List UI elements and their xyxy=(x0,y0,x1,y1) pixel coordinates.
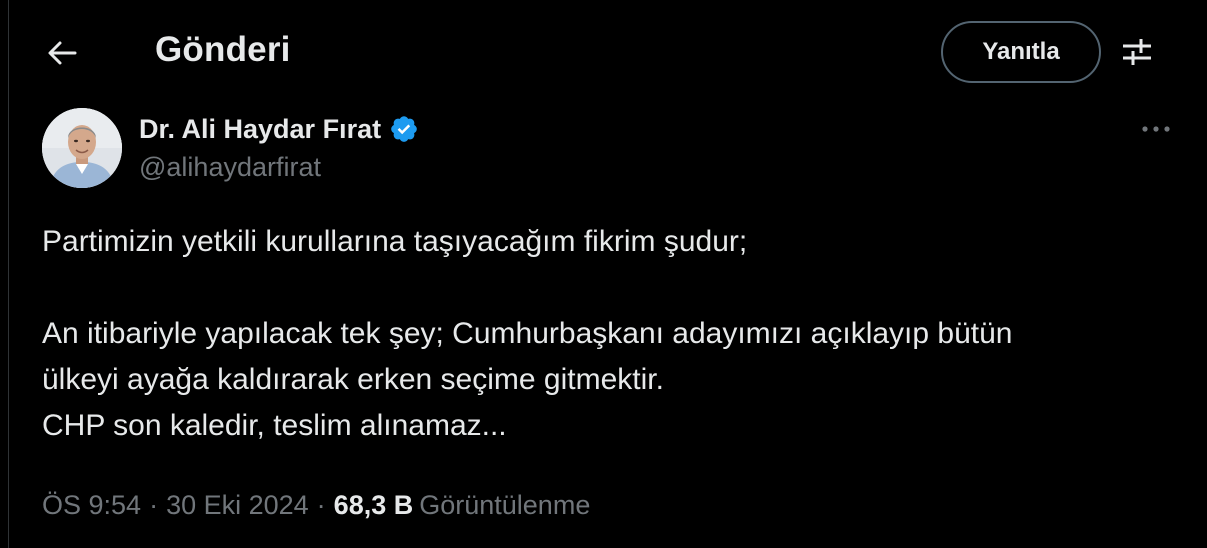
avatar[interactable] xyxy=(42,108,122,188)
author-handle[interactable]: @alihaydarfirat xyxy=(139,152,321,183)
verified-badge-icon[interactable] xyxy=(389,114,419,144)
arrow-left-icon xyxy=(48,41,77,65)
meta-separator: · xyxy=(149,490,159,520)
back-button[interactable] xyxy=(37,28,87,78)
tweet-line: An itibariyle yapılacak tek şey; Cumhurb… xyxy=(42,317,1013,350)
reply-button[interactable]: Yanıtla xyxy=(941,21,1101,83)
views-count[interactable]: 68,3 B xyxy=(334,490,414,521)
author-name-row: Dr. Ali Haydar Fırat xyxy=(139,112,419,146)
tweet-meta: ÖS 9:54 · 30 Eki 2024 · 68,3 B Görüntüle… xyxy=(42,490,590,521)
sliders-icon xyxy=(1123,39,1151,65)
settings-button[interactable] xyxy=(1117,32,1157,72)
more-options-button[interactable] xyxy=(1135,112,1177,146)
page-title: Gönderi xyxy=(155,30,291,69)
tweet-line: CHP son kaledir, teslim alınamaz... xyxy=(42,409,507,442)
tweet-line: Partimizin yetkili kurullarına taşıyacağ… xyxy=(42,225,748,258)
more-dots-icon xyxy=(1142,126,1170,132)
tweet-text: Partimizin yetkili kurullarına taşıyacağ… xyxy=(42,219,1182,449)
tweet-date[interactable]: 30 Eki 2024 xyxy=(166,490,309,521)
tweet-paragraph-gap xyxy=(42,265,1182,311)
meta-separator: · xyxy=(316,490,326,520)
tweet-line: ülkeyi ayağa kaldırarak erken seçime git… xyxy=(42,363,664,396)
author-name[interactable]: Dr. Ali Haydar Fırat xyxy=(139,114,381,145)
views-label[interactable]: Görüntülenme xyxy=(419,490,590,521)
avatar-photo xyxy=(42,108,122,188)
tweet-time[interactable]: ÖS 9:54 xyxy=(42,490,141,521)
